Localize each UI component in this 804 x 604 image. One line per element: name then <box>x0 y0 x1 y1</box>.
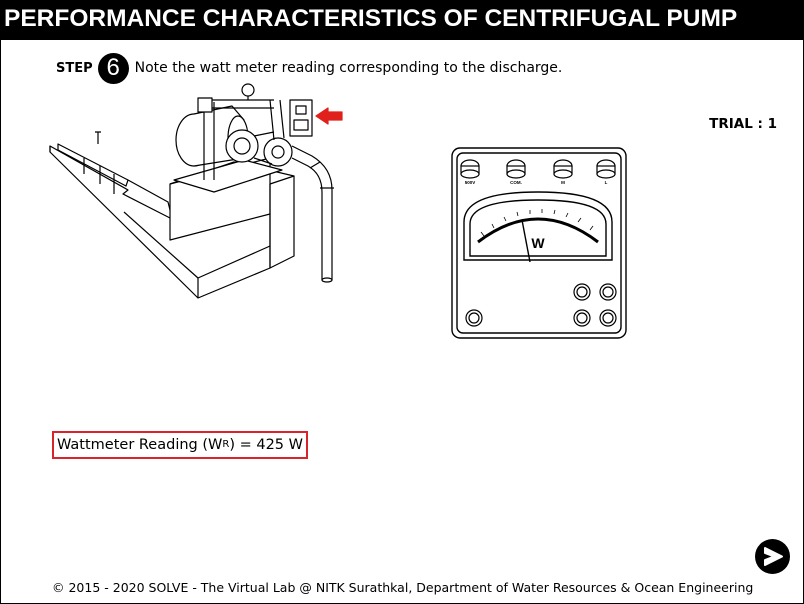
step-text: Note the watt meter reading correspondin… <box>134 60 563 76</box>
terminal-label: L <box>605 180 608 185</box>
terminal-label: M <box>561 180 565 185</box>
pump-setup-illustration <box>49 83 343 299</box>
pointer-arrow-icon <box>315 107 343 125</box>
wattmeter-illustration: 500V COM. M L W <box>451 147 627 339</box>
footer-copyright: © 2015 - 2020 SOLVE - The Virtual Lab @ … <box>52 580 754 595</box>
terminal-label: 500V <box>465 180 476 185</box>
step-label: STEP <box>56 60 93 76</box>
next-arrow-icon <box>764 547 783 566</box>
reading-prefix: Wattmeter Reading (W <box>57 437 223 453</box>
reading-value: ) = 425 W <box>229 437 303 453</box>
terminal-label: COM. <box>510 180 522 185</box>
page-title: PERFORMANCE CHARACTERISTICS OF CENTRIFUG… <box>0 0 804 40</box>
dial-symbol: W <box>531 235 545 251</box>
step-instruction: STEP 6 Note the watt meter reading corre… <box>56 52 563 84</box>
wattmeter-reading: Wattmeter Reading (W R) = 425 W <box>52 431 308 459</box>
next-button[interactable] <box>755 539 790 574</box>
step-number-badge: 6 <box>97 52 129 84</box>
trial-label: TRIAL : 1 <box>709 116 777 132</box>
